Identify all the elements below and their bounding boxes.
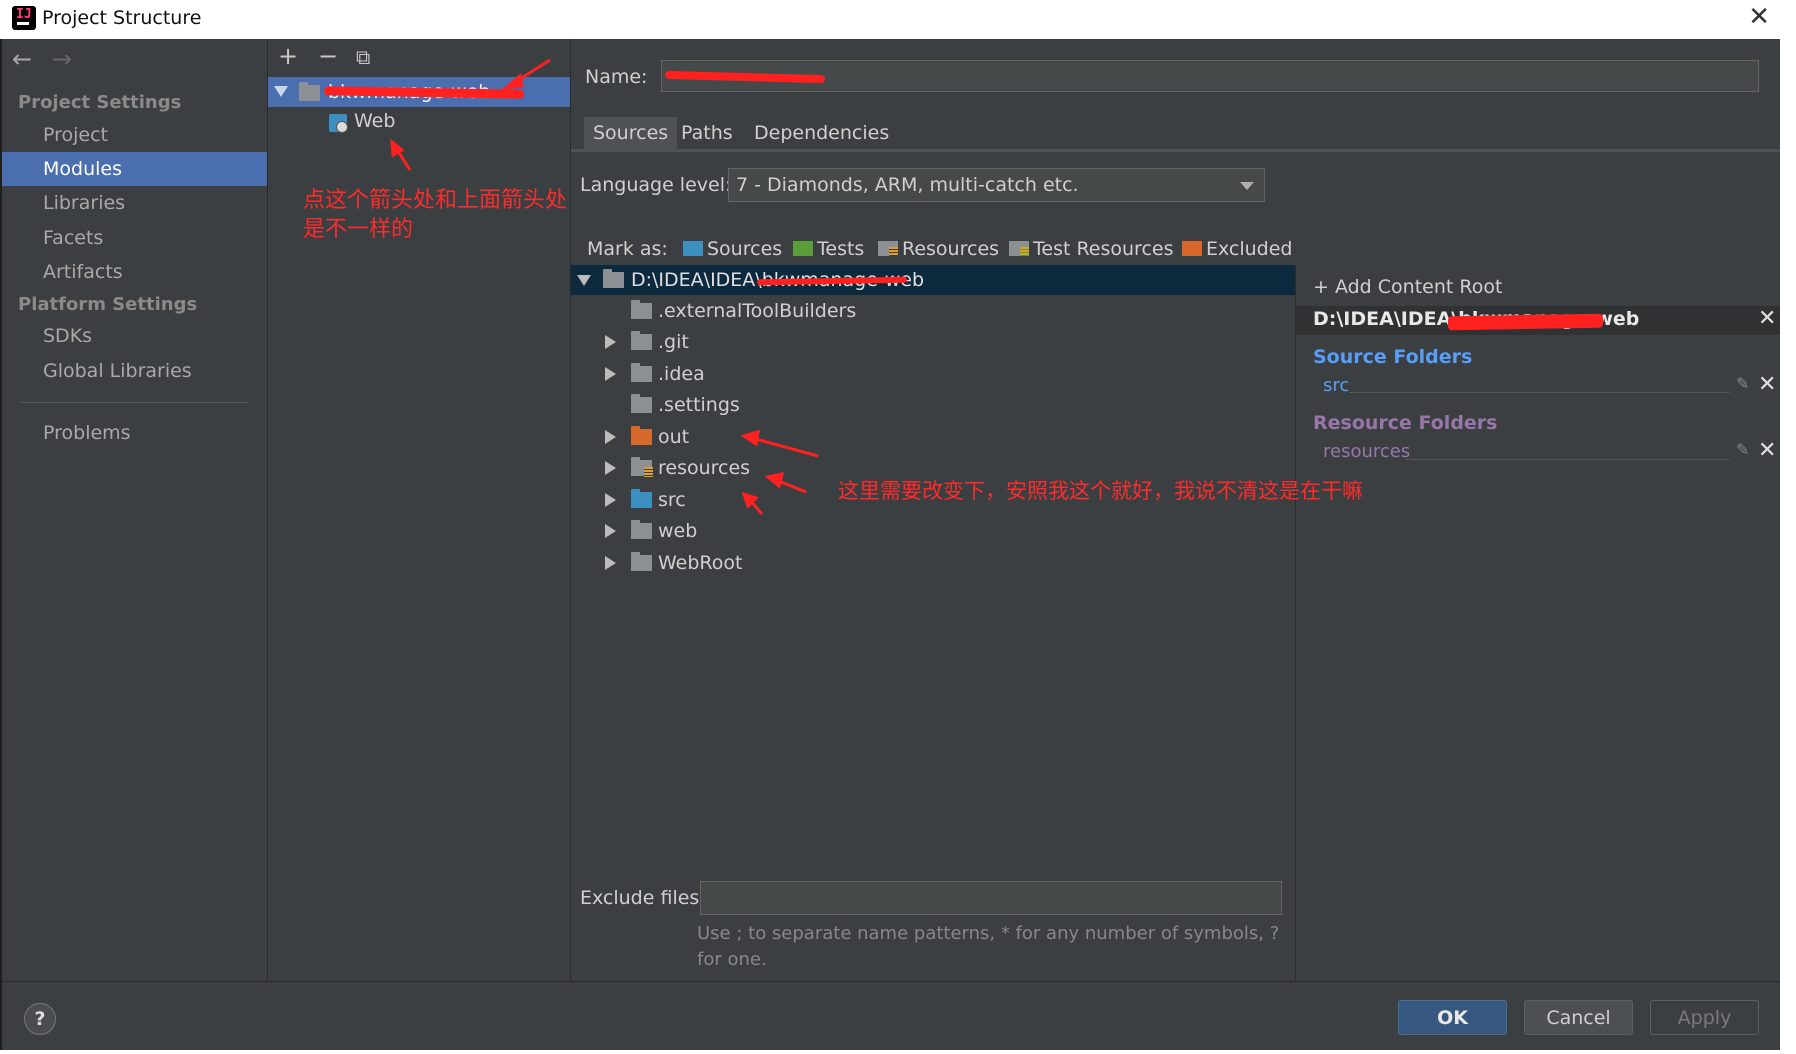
annotation-arrow-head <box>501 73 524 91</box>
annotation-arrow-head <box>740 429 760 447</box>
annotation-arrow-head <box>764 472 785 489</box>
annotation-arrow <box>751 436 819 458</box>
annotation-arrows <box>390 58 819 515</box>
